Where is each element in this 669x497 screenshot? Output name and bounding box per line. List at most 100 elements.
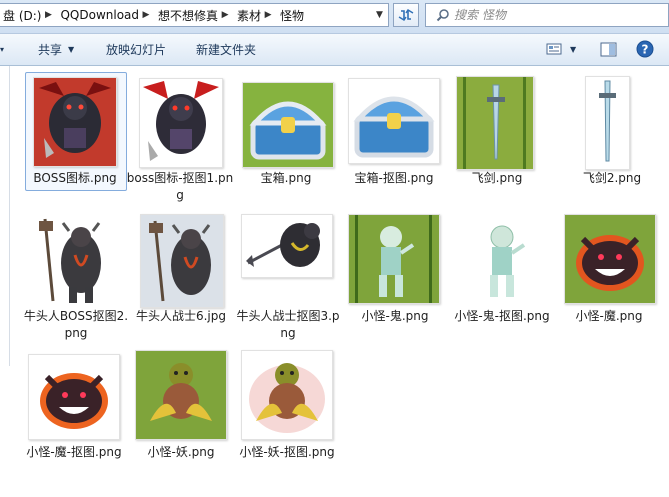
breadcrumb-label: 素材	[237, 8, 262, 23]
preview-pane-button[interactable]	[600, 40, 617, 58]
ghost-monster-thumbnail-image	[349, 215, 439, 303]
thumbnail	[242, 82, 334, 168]
demon-monster-cutout-thumbnail-image	[29, 355, 119, 439]
chevron-right-icon[interactable]: ▶	[41, 10, 55, 20]
thumbnail	[475, 214, 533, 304]
search-input[interactable]	[452, 7, 656, 23]
ghost-monster-cutout-thumbnail-image	[476, 215, 532, 303]
new-folder-button-label: 新建文件夹	[196, 43, 257, 57]
thumbnail	[585, 76, 630, 170]
thumbnail	[140, 214, 224, 308]
refresh-button[interactable]	[393, 3, 419, 27]
chevron-down-icon[interactable]: ▼	[371, 4, 388, 26]
file-name[interactable]: 小怪-妖.png	[126, 444, 236, 461]
breadcrumb-label: QQDownload	[60, 8, 140, 22]
file-name[interactable]: 宝箱.png	[231, 170, 341, 187]
file-item[interactable]: BOSS图标.png	[25, 72, 135, 191]
change-view-button[interactable]: ▼	[546, 40, 576, 58]
thumbnail	[348, 78, 440, 164]
file-name[interactable]: 牛头人BOSS抠图2.png	[21, 308, 131, 342]
chevron-down-icon: ▼	[570, 44, 577, 54]
search-box[interactable]	[425, 3, 669, 27]
file-item[interactable]: 宝箱.png	[226, 72, 336, 190]
minotaur-boss-thumbnail-image	[33, 215, 115, 307]
chevron-right-icon[interactable]: ▶	[261, 10, 275, 20]
file-item[interactable]: 小怪-魔-抠图.png	[19, 346, 129, 481]
navigation-pane-edge[interactable]	[0, 66, 10, 366]
goblin-monster-cutout-thumbnail-image	[242, 351, 332, 439]
chevron-down-icon: ▼	[68, 45, 75, 54]
thumbnail	[32, 214, 116, 308]
file-name[interactable]: 小怪-鬼-抠图.png	[447, 308, 557, 325]
treasure-chest-cutout-thumbnail-image	[349, 79, 439, 163]
breadcrumb[interactable]: 盘 (D:) ▶ QQDownload ▶ 想不想修真 ▶ 素材 ▶ 怪物 ▼	[0, 3, 389, 27]
search-icon	[436, 9, 449, 22]
view-icon	[546, 43, 562, 55]
demon-monster-thumbnail-image	[565, 215, 655, 303]
svg-text:?: ?	[642, 43, 649, 57]
refresh-icon	[398, 9, 414, 21]
file-name[interactable]: 宝箱-抠图.png	[339, 170, 449, 187]
thumbnail	[241, 214, 333, 278]
thumbnail	[564, 214, 656, 304]
file-name[interactable]: 小怪-魔.png	[554, 308, 664, 325]
file-item[interactable]: 小怪-鬼.png	[328, 210, 440, 328]
boss-icon-thumbnail-image	[34, 78, 116, 166]
help-icon: ?	[636, 40, 654, 58]
boss-icon-cutout-thumbnail-image	[140, 79, 222, 167]
flying-sword-thumbnail-image	[457, 77, 533, 169]
slideshow-button-label: 放映幻灯片	[106, 43, 167, 57]
minotaur-warrior-cutout-thumbnail-image	[242, 215, 332, 277]
file-name[interactable]: 飞剑.png	[442, 170, 552, 187]
thumbnail	[456, 76, 534, 170]
breadcrumb-label: 盘 (D:)	[3, 8, 42, 23]
preview-pane-icon	[600, 42, 617, 56]
new-folder-button[interactable]: 新建文件夹	[196, 34, 256, 65]
thumbnail	[139, 78, 223, 168]
thumbnail	[28, 354, 120, 440]
file-name[interactable]: 小怪-鬼.png	[340, 308, 450, 325]
file-name[interactable]: 牛头人战士6.jpg	[126, 308, 236, 325]
thumbnail	[348, 214, 440, 304]
file-item[interactable]: 小怪-魔.png	[554, 210, 664, 328]
file-item[interactable]: 小怪-鬼-抠图.png	[447, 210, 557, 345]
share-button-label: 共享	[38, 43, 63, 57]
thumbnail	[33, 77, 117, 167]
file-name[interactable]: BOSS图标.png	[20, 170, 130, 187]
chevron-down-icon[interactable]: ▾	[0, 34, 4, 65]
slideshow-button[interactable]: 放映幻灯片	[106, 34, 166, 65]
breadcrumb-item-assets[interactable]: 素材 ▶	[234, 4, 277, 26]
share-button[interactable]: 共享 ▼	[38, 34, 74, 65]
file-name[interactable]: 牛头人战士抠图3.png	[233, 308, 343, 342]
thumbnail	[241, 350, 333, 440]
flying-sword-2-thumbnail-image	[586, 77, 629, 169]
minotaur-warrior-thumbnail-image	[141, 215, 223, 307]
treasure-chest-thumbnail-image	[243, 83, 333, 167]
file-item[interactable]: 牛头人战士抠图3.png	[233, 210, 343, 345]
breadcrumb-item-drive[interactable]: 盘 (D:) ▶	[0, 4, 57, 26]
file-item[interactable]: 飞剑.png	[447, 72, 557, 190]
address-bar-area: 盘 (D:) ▶ QQDownload ▶ 想不想修真 ▶ 素材 ▶ 怪物 ▼	[0, 0, 669, 34]
command-bar: ▾ 共享 ▼ 放映幻灯片 新建文件夹 ▼ ?	[0, 34, 669, 66]
help-button[interactable]: ?	[636, 40, 654, 58]
breadcrumb-label: 怪物	[280, 8, 305, 23]
file-item[interactable]: 飞剑2.png	[557, 72, 667, 190]
file-item[interactable]: 牛头人战士6.jpg	[126, 210, 236, 328]
file-name[interactable]: 小怪-妖-抠图.png	[232, 444, 342, 461]
file-item[interactable]: 小怪-妖-抠图.png	[232, 346, 342, 481]
thumbnail	[135, 350, 227, 440]
chevron-right-icon[interactable]: ▶	[139, 10, 153, 20]
file-item[interactable]: 小怪-妖.png	[126, 346, 236, 464]
file-item[interactable]: 宝箱-抠图.png	[339, 72, 449, 190]
breadcrumb-item-project[interactable]: 想不想修真 ▶	[155, 4, 234, 26]
goblin-monster-thumbnail-image	[136, 351, 226, 439]
chevron-right-icon[interactable]: ▶	[218, 10, 232, 20]
breadcrumb-item-monsters[interactable]: 怪物	[277, 4, 306, 26]
file-name[interactable]: boss图标-抠图1.png	[125, 170, 235, 204]
file-name[interactable]: 小怪-魔-抠图.png	[19, 444, 129, 461]
file-name[interactable]: 飞剑2.png	[557, 170, 667, 187]
breadcrumb-item-qqdownload[interactable]: QQDownload ▶	[57, 4, 155, 26]
breadcrumb-label: 想不想修真	[158, 8, 219, 23]
file-item[interactable]: 牛头人BOSS抠图2.png	[21, 210, 131, 345]
file-item[interactable]: boss图标-抠图1.png	[125, 72, 235, 207]
